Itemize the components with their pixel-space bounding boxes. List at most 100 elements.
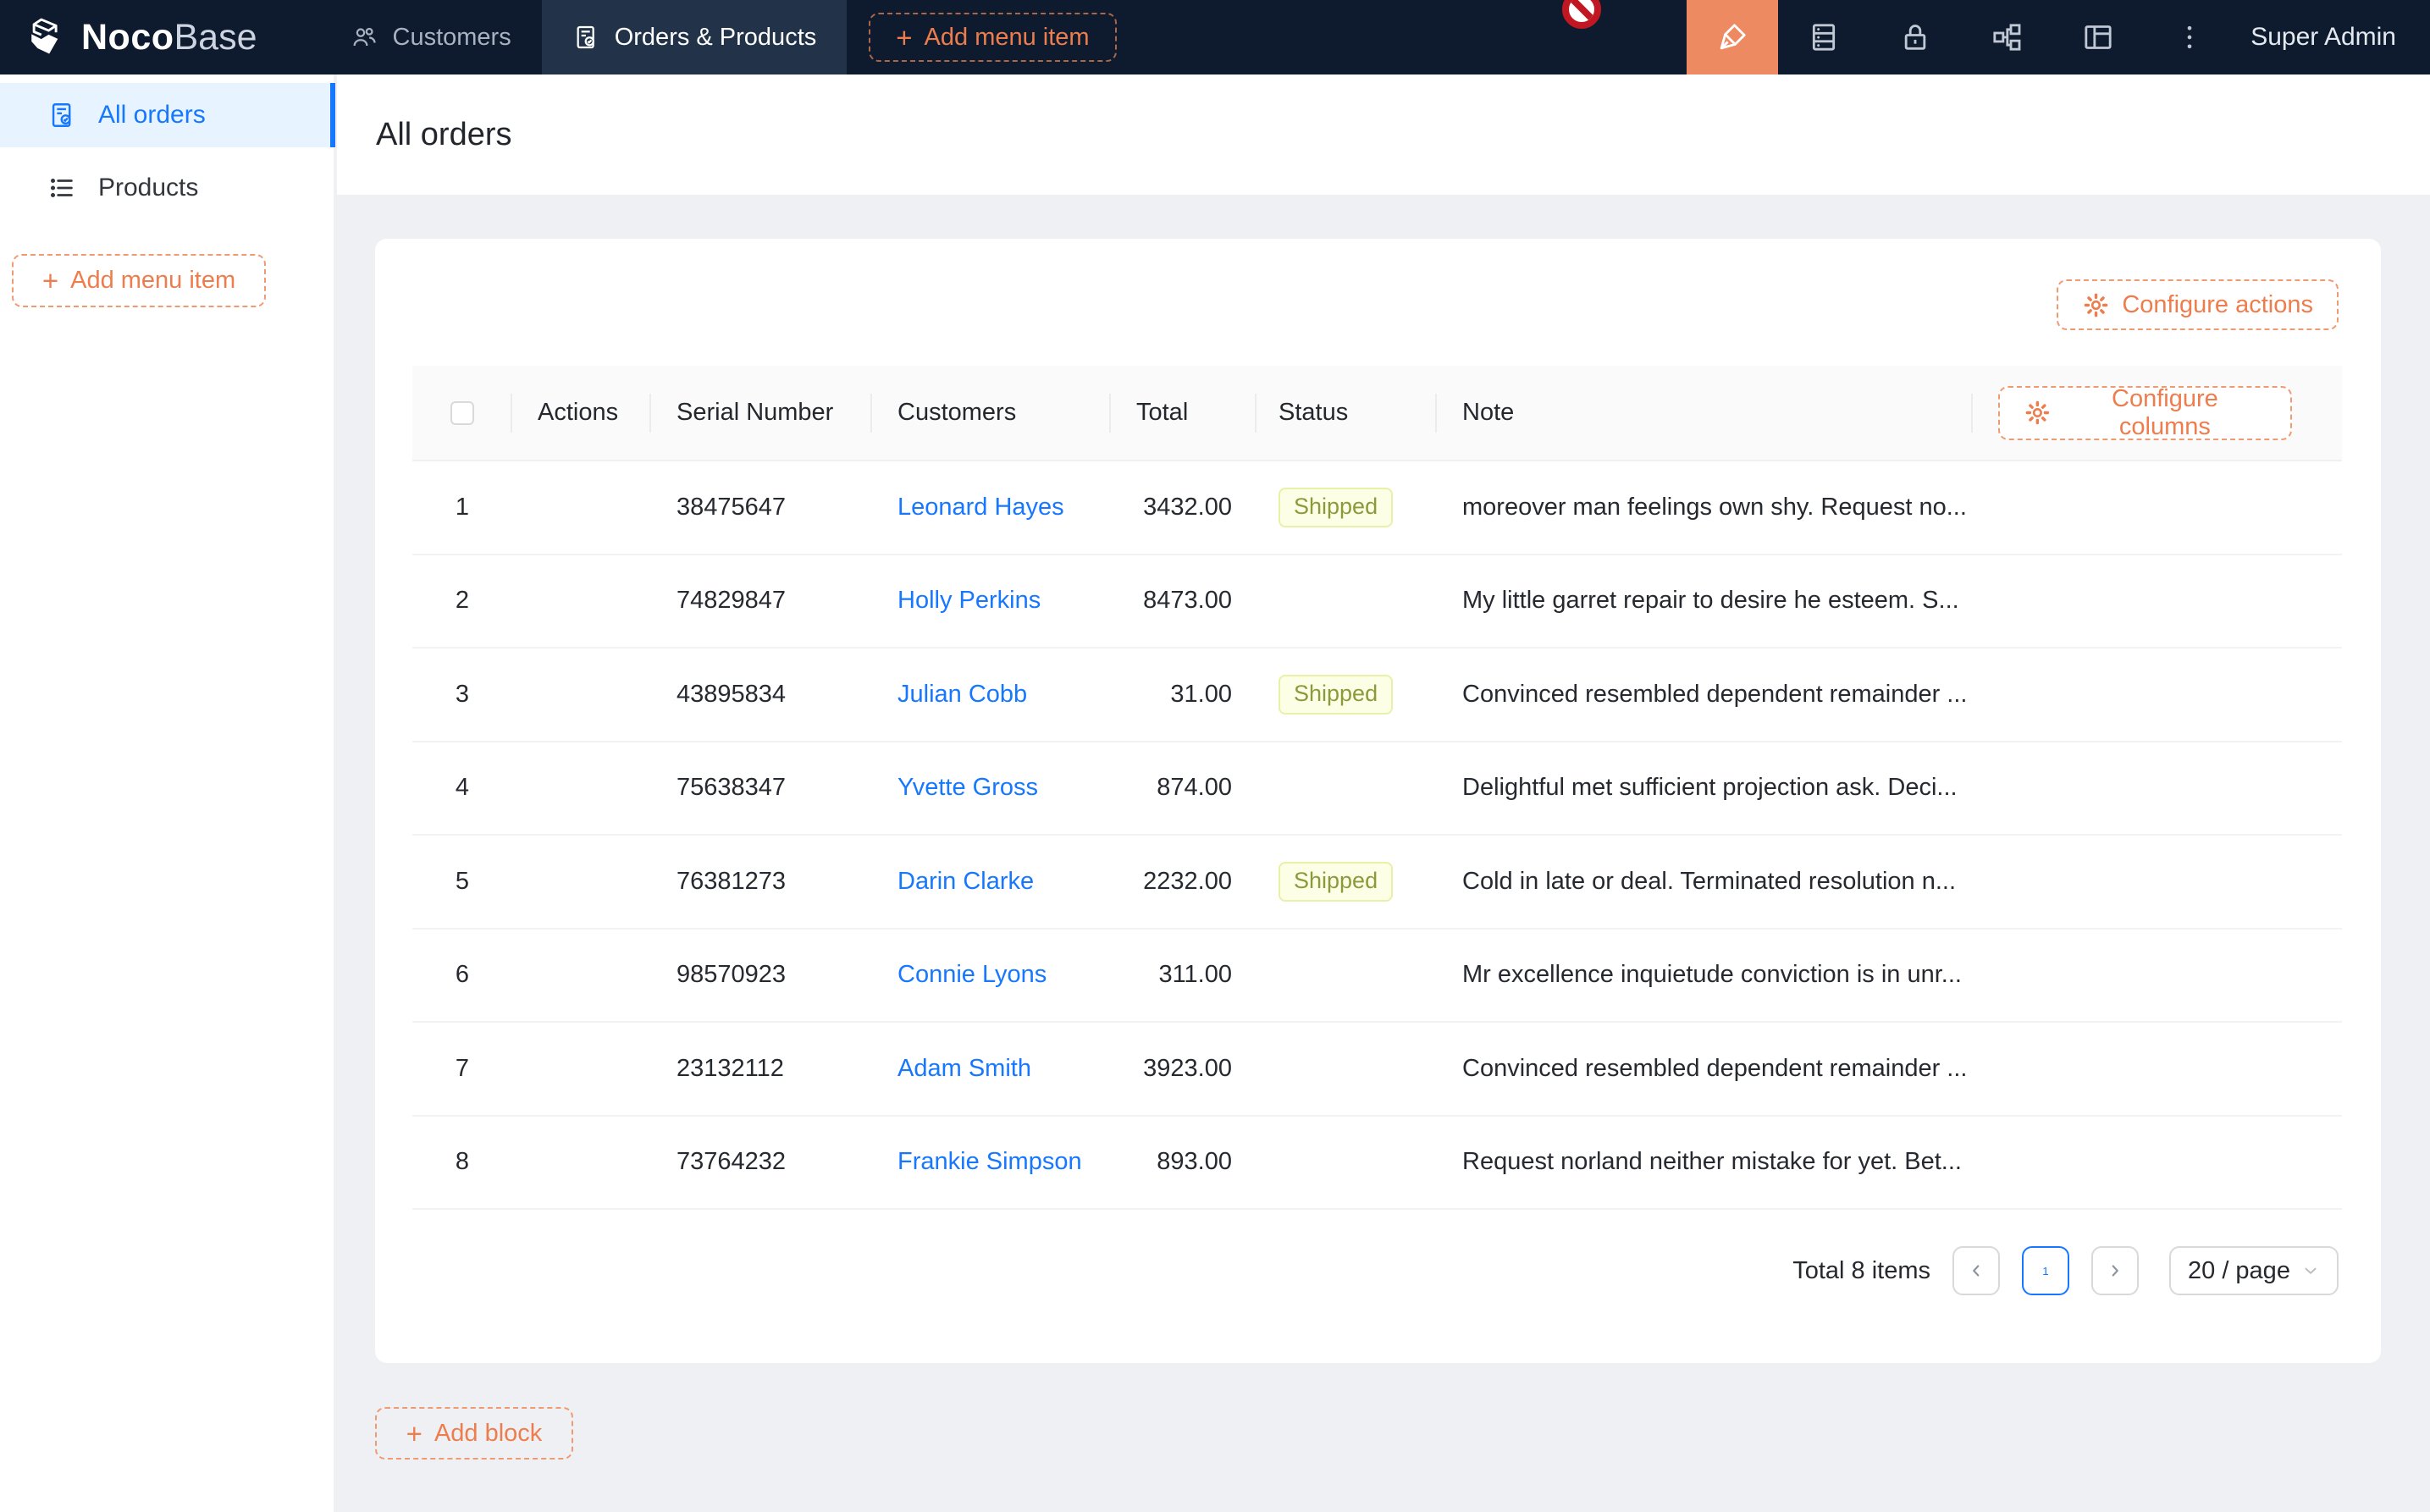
- header-customers: Customers: [872, 366, 1111, 460]
- menu-item-label: Customers: [393, 24, 511, 52]
- serial-number-cell: 73764232: [651, 1148, 872, 1176]
- table-row: 8 73764232 Frankie Simpson 893.00 Reques…: [412, 1117, 2342, 1211]
- row-index: 2: [412, 587, 512, 615]
- serial-number-cell: 74829847: [651, 587, 872, 615]
- order-check-icon: [47, 101, 76, 130]
- chevron-down-icon: [2301, 1261, 2320, 1280]
- customer-link[interactable]: Darin Clarke: [897, 868, 1034, 895]
- more-ellipsis-icon[interactable]: [2144, 0, 2235, 74]
- customer-link[interactable]: Connie Lyons: [897, 961, 1047, 988]
- sidebar-item-label: Products: [98, 174, 198, 202]
- configure-actions-button[interactable]: Configure actions: [2057, 279, 2339, 330]
- chevron-left-icon: [1967, 1261, 1985, 1280]
- sidebar-add-menu-item-button[interactable]: + Add menu item: [12, 254, 266, 307]
- ui-editor-highlighter-icon[interactable]: [1687, 0, 1778, 74]
- header-configure-cell: Configure columns: [1973, 366, 2342, 460]
- note-cell: Convinced resembled dependent remainder …: [1437, 681, 1973, 709]
- page-size-value: 20 / page: [2188, 1257, 2290, 1285]
- table-row: 2 74829847 Holly Perkins 8473.00 My litt…: [412, 555, 2342, 649]
- configure-actions-label: Configure actions: [2122, 291, 2313, 319]
- orders-table: Actions Serial Number Customers Total St…: [412, 366, 2342, 1210]
- user-name: Super Admin: [2251, 23, 2396, 52]
- navbar-add-menu-item-button[interactable]: + Add menu item: [869, 13, 1116, 62]
- note-cell: My little garret repair to desire he est…: [1437, 587, 1973, 615]
- workflow-icon[interactable]: [1961, 0, 2052, 74]
- serial-number-cell: 43895834: [651, 681, 872, 709]
- layout-icon[interactable]: [2052, 0, 2144, 74]
- pagination: Total 8 items 1 20 / page: [1792, 1246, 2339, 1295]
- customer-link[interactable]: Frankie Simpson: [897, 1148, 1082, 1175]
- sidebar-item-products[interactable]: Products: [0, 156, 334, 220]
- user-menu[interactable]: Super Admin: [2235, 0, 2430, 74]
- pagination-next-button[interactable]: [2091, 1246, 2139, 1295]
- row-index: 3: [412, 681, 512, 709]
- note-cell: Request norland neither mistake for yet.…: [1437, 1148, 1973, 1176]
- top-navbar: NocoBase Customers Orders & Products +: [0, 0, 2430, 74]
- note-cell: Mr excellence inquietude conviction is i…: [1437, 961, 1973, 989]
- plus-icon: +: [406, 1420, 422, 1448]
- menu-item-orders-products[interactable]: Orders & Products: [542, 0, 848, 74]
- row-index: 4: [412, 774, 512, 802]
- gear-icon: [2024, 399, 2052, 427]
- serial-number-cell: 23132112: [651, 1055, 872, 1083]
- header-serial-number: Serial Number: [651, 366, 872, 460]
- add-block-label: Add block: [434, 1420, 542, 1448]
- add-menu-item-label: Add menu item: [70, 267, 235, 295]
- page-content: Configure actions Actions Serial Number …: [337, 195, 2430, 1512]
- sidebar-item-all-orders[interactable]: All orders: [0, 83, 334, 147]
- total-cell: 31.00: [1111, 681, 1256, 709]
- customer-link[interactable]: Leonard Hayes: [897, 494, 1064, 521]
- sidebar: All orders Products + Add menu item: [0, 74, 335, 1512]
- add-block-button[interactable]: + Add block: [375, 1407, 573, 1460]
- navbar-right-actions: Super Admin: [1687, 0, 2430, 74]
- table-row: 3 43895834 Julian Cobb 31.00 Shipped Con…: [412, 648, 2342, 742]
- status-badge: Shipped: [1279, 488, 1393, 527]
- nocobase-logo[interactable]: NocoBase: [0, 0, 291, 74]
- header-note: Note: [1437, 366, 1973, 460]
- pagination-prev-button[interactable]: [1952, 1246, 2000, 1295]
- total-cell: 3432.00: [1111, 494, 1256, 521]
- note-cell: moreover man feelings own shy. Request n…: [1437, 494, 1973, 521]
- customer-link[interactable]: Julian Cobb: [897, 681, 1027, 708]
- row-index: 1: [412, 494, 512, 521]
- table-row: 7 23132112 Adam Smith 3923.00 Convinced …: [412, 1023, 2342, 1117]
- header-actions: Actions: [512, 366, 651, 460]
- page-size-select[interactable]: 20 / page: [2169, 1246, 2339, 1295]
- customer-link[interactable]: Yvette Gross: [897, 774, 1038, 801]
- main-area: All orders Configure actions: [337, 74, 2430, 1512]
- total-cell: 893.00: [1111, 1148, 1256, 1176]
- configure-columns-label: Configure columns: [2063, 385, 2267, 441]
- orders-table-card: Configure actions Actions Serial Number …: [375, 239, 2381, 1363]
- status-badge: Shipped: [1279, 675, 1393, 715]
- row-index: 7: [412, 1055, 512, 1083]
- main-menu: Customers Orders & Products + Add menu i…: [320, 0, 1117, 74]
- menu-item-label: Orders & Products: [615, 24, 817, 52]
- note-cell: Delightful met sufficient projection ask…: [1437, 774, 1973, 802]
- select-all-checkbox[interactable]: [450, 401, 474, 425]
- table-row: 4 75638347 Yvette Gross 874.00 Delightfu…: [412, 742, 2342, 836]
- total-cell: 2232.00: [1111, 868, 1256, 896]
- table-header-row: Actions Serial Number Customers Total St…: [412, 366, 2342, 461]
- sidebar-item-label: All orders: [98, 101, 206, 130]
- blocked-cursor-icon: [1562, 0, 1601, 29]
- table-row: 6 98570923 Connie Lyons 311.00 Mr excell…: [412, 930, 2342, 1024]
- customer-link[interactable]: Adam Smith: [897, 1055, 1031, 1082]
- total-cell: 311.00: [1111, 961, 1256, 989]
- plus-icon: +: [42, 267, 58, 295]
- menu-item-customers[interactable]: Customers: [320, 0, 542, 74]
- header-select-cell: [412, 366, 512, 460]
- collections-icon[interactable]: [1778, 0, 1869, 74]
- customer-link[interactable]: Holly Perkins: [897, 587, 1041, 614]
- nocobase-cube-icon: [25, 15, 69, 59]
- configure-columns-button[interactable]: Configure columns: [1998, 386, 2292, 440]
- pagination-page-1-button[interactable]: 1: [2022, 1246, 2069, 1295]
- status-badge: Shipped: [1279, 862, 1393, 902]
- header-status: Status: [1256, 366, 1437, 460]
- serial-number-cell: 38475647: [651, 494, 872, 521]
- plus-icon: +: [896, 24, 912, 52]
- table-row: 5 76381273 Darin Clarke 2232.00 Shipped …: [412, 836, 2342, 930]
- page-header: All orders: [337, 74, 2430, 195]
- gear-icon: [2082, 291, 2110, 319]
- chevron-right-icon: [2106, 1261, 2124, 1280]
- lock-icon[interactable]: [1869, 0, 1961, 74]
